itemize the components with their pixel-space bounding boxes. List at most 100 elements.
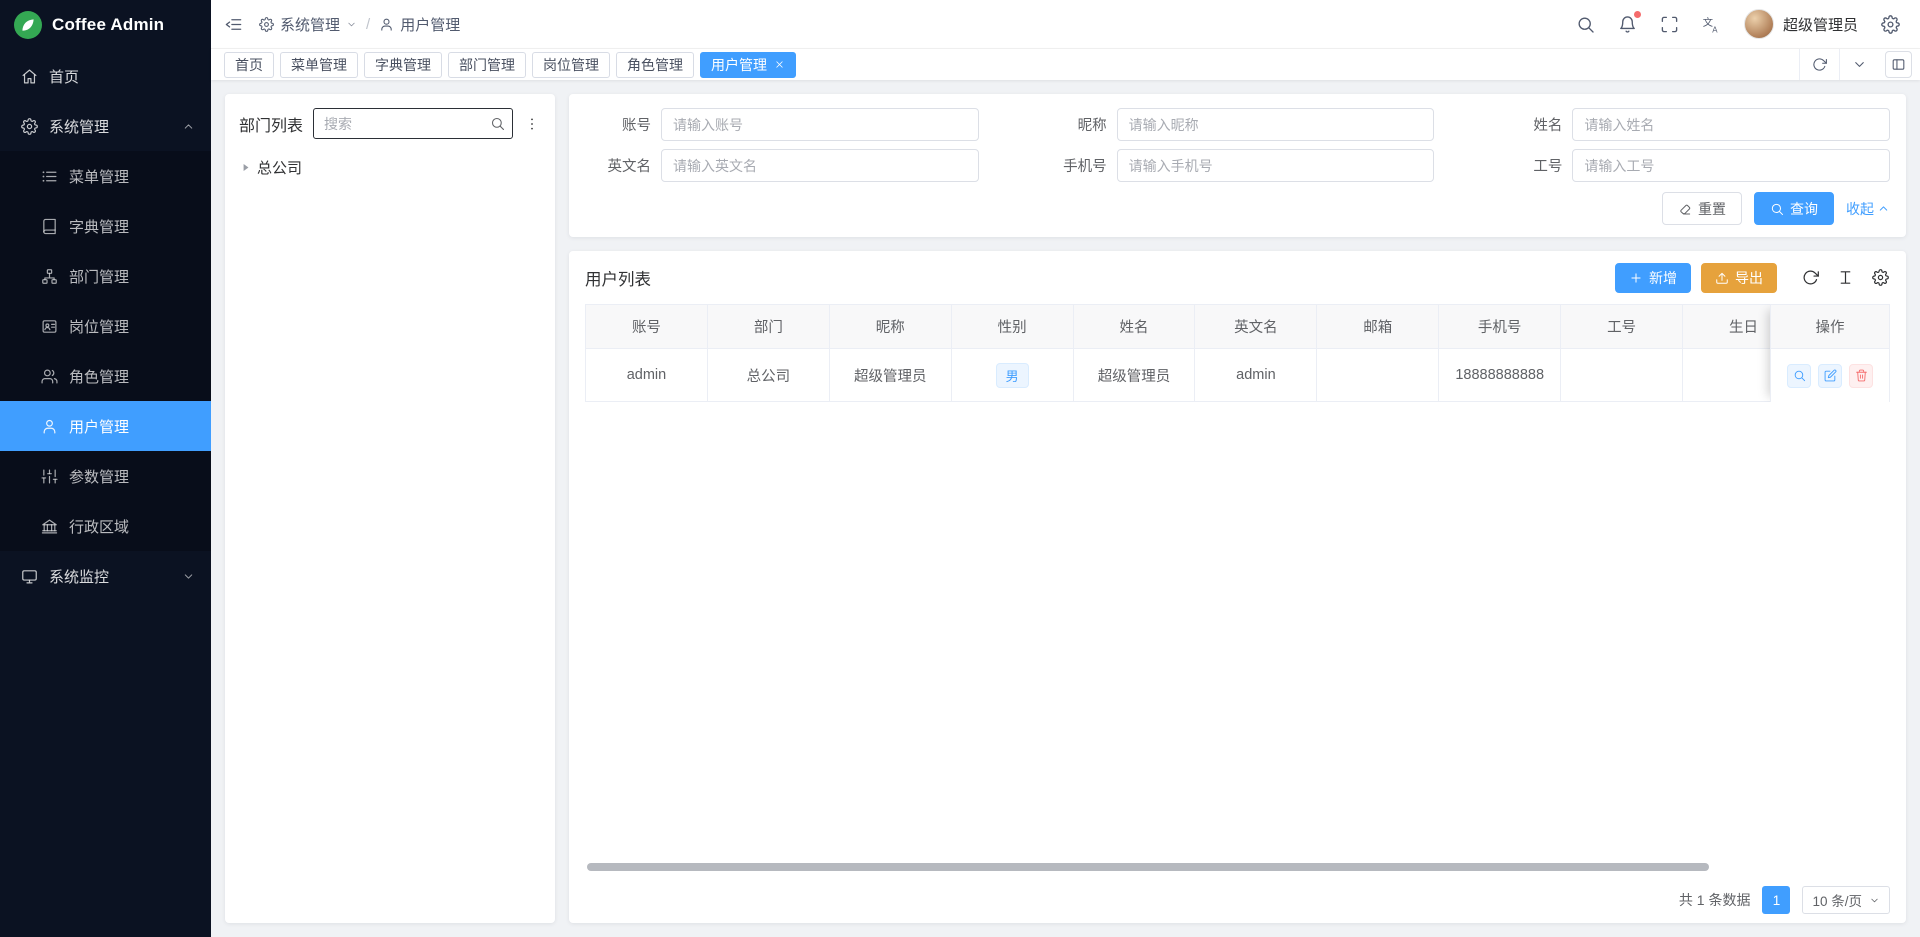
view-icon	[1793, 369, 1806, 382]
notifications-button[interactable]	[1618, 14, 1638, 34]
settings-button[interactable]	[1880, 14, 1900, 34]
eraser-icon	[1678, 202, 1692, 216]
expand-caret-icon[interactable]	[239, 161, 252, 174]
chevron-down-icon	[1852, 57, 1867, 72]
more-options-button[interactable]	[523, 114, 541, 134]
column-settings-button[interactable]	[1835, 268, 1855, 288]
breadcrumb-label: 用户管理	[400, 14, 460, 35]
sidebar-item-label: 行政区域	[69, 516, 129, 537]
chevron-up-icon	[182, 120, 195, 133]
column-header[interactable]: 部门	[707, 305, 829, 349]
tab-menu-management[interactable]: 菜单管理	[280, 52, 358, 78]
tab-position-management[interactable]: 岗位管理	[532, 52, 610, 78]
sidebar-item-menu-management[interactable]: 菜单管理	[0, 151, 211, 201]
account-input[interactable]	[661, 108, 979, 141]
table-row[interactable]: admin 总公司 超级管理员 男 超级管理员 admin 1888888888…	[586, 349, 1805, 402]
delete-user-button[interactable]	[1849, 364, 1873, 388]
department-search-input[interactable]	[313, 108, 513, 139]
column-header[interactable]: 姓名	[1073, 305, 1195, 349]
app-logo[interactable]: Coffee Admin	[0, 0, 211, 49]
sidebar-item-system-management[interactable]: 系统管理	[0, 101, 211, 151]
sidebar-item-administrative-region[interactable]: 行政区域	[0, 501, 211, 551]
sidebar-item-system-monitor[interactable]: 系统监控	[0, 551, 211, 601]
column-header[interactable]: 性别	[951, 305, 1073, 349]
breadcrumb-system-management[interactable]: 系统管理	[259, 14, 357, 35]
field-label: 手机号	[1041, 155, 1107, 176]
user-list-panel: 用户列表 新增 导出	[569, 251, 1906, 923]
book-icon	[41, 218, 58, 235]
users-icon	[41, 368, 58, 385]
org-icon	[41, 268, 58, 285]
phone-input[interactable]	[1117, 149, 1435, 182]
refresh-icon	[1802, 269, 1819, 286]
page-size-select[interactable]: 10 条/页	[1802, 886, 1890, 914]
tab-user-management[interactable]: 用户管理	[700, 52, 796, 78]
page-1-button[interactable]: 1	[1762, 886, 1790, 914]
plus-icon	[1629, 271, 1643, 285]
column-header[interactable]: 账号	[586, 305, 708, 349]
column-header-operation: 操作	[1770, 304, 1890, 349]
user-icon	[379, 17, 394, 32]
pagination: 共 1 条数据 1 10 条/页	[585, 877, 1890, 923]
view-user-button[interactable]	[1787, 364, 1811, 388]
reset-button[interactable]: 重置	[1662, 192, 1742, 225]
search-icon[interactable]	[490, 116, 505, 131]
search-button[interactable]: 查询	[1754, 192, 1834, 225]
user-menu[interactable]: 超级管理员	[1744, 9, 1858, 39]
refresh-list-button[interactable]	[1800, 268, 1820, 288]
app-root: Coffee Admin 首页 系统管理 菜单管理 字典管理 部门	[0, 0, 1920, 937]
filter-english-name: 英文名	[585, 149, 979, 182]
language-switch-button[interactable]: 文 A	[1702, 14, 1722, 34]
breadcrumb-user-management[interactable]: 用户管理	[379, 14, 460, 35]
table-scroll-area[interactable]: 账号 部门 昵称 性别 姓名 英文名 邮箱 手机号 工号	[585, 304, 1890, 402]
cell-account: admin	[586, 349, 708, 402]
column-header[interactable]: 昵称	[829, 305, 951, 349]
close-tab-icon[interactable]	[774, 59, 785, 70]
horizontal-scrollbar[interactable]	[585, 862, 1890, 872]
column-header[interactable]: 工号	[1561, 305, 1683, 349]
sidebar-item-user-management[interactable]: 用户管理	[0, 401, 211, 451]
sidebar-item-home[interactable]: 首页	[0, 51, 211, 101]
tab-controls	[1799, 49, 1879, 80]
department-list-title: 部门列表	[239, 112, 303, 136]
sidebar-item-label: 角色管理	[69, 366, 129, 387]
sidebar-item-parameter-management[interactable]: 参数管理	[0, 451, 211, 501]
sidebar-item-label: 首页	[49, 66, 79, 87]
add-user-button[interactable]: 新增	[1615, 263, 1691, 293]
global-search-button[interactable]	[1576, 14, 1596, 34]
sidebar-item-department-management[interactable]: 部门管理	[0, 251, 211, 301]
column-header[interactable]: 英文名	[1195, 305, 1317, 349]
trash-icon	[1855, 369, 1868, 382]
layout-settings-button[interactable]	[1885, 51, 1912, 78]
export-button[interactable]: 导出	[1701, 263, 1777, 293]
column-header[interactable]: 邮箱	[1317, 305, 1439, 349]
edit-user-button[interactable]	[1818, 364, 1842, 388]
sidebar-item-role-management[interactable]: 角色管理	[0, 351, 211, 401]
fullscreen-button[interactable]	[1660, 14, 1680, 34]
name-input[interactable]	[1572, 108, 1890, 141]
tree-node-head-office[interactable]: 总公司	[239, 152, 541, 183]
collapse-filters-button[interactable]: 收起	[1846, 199, 1890, 219]
field-label: 工号	[1496, 155, 1562, 176]
tab-options-dropdown[interactable]	[1839, 49, 1879, 80]
tab-home[interactable]: 首页	[224, 52, 274, 78]
sidebar-item-dictionary-management[interactable]: 字典管理	[0, 201, 211, 251]
table-settings-button[interactable]	[1870, 268, 1890, 288]
work-id-input[interactable]	[1572, 149, 1890, 182]
total-count: 共 1 条数据	[1679, 890, 1751, 910]
tree-node-label: 总公司	[257, 157, 302, 178]
nickname-input[interactable]	[1117, 108, 1435, 141]
badge-icon	[41, 318, 58, 335]
column-header[interactable]: 手机号	[1439, 305, 1561, 349]
sidebar-item-position-management[interactable]: 岗位管理	[0, 301, 211, 351]
collapse-sidebar-button[interactable]	[223, 14, 243, 34]
tab-dictionary-management[interactable]: 字典管理	[364, 52, 442, 78]
tab-role-management[interactable]: 角色管理	[616, 52, 694, 78]
scrollbar-thumb[interactable]	[587, 863, 1709, 871]
tab-department-management[interactable]: 部门管理	[448, 52, 526, 78]
gear-icon	[259, 17, 274, 32]
cell-department: 总公司	[707, 349, 829, 402]
refresh-tab-button[interactable]	[1799, 49, 1839, 80]
top-header: 系统管理 / 用户管理	[211, 0, 1920, 49]
english-name-input[interactable]	[661, 149, 979, 182]
